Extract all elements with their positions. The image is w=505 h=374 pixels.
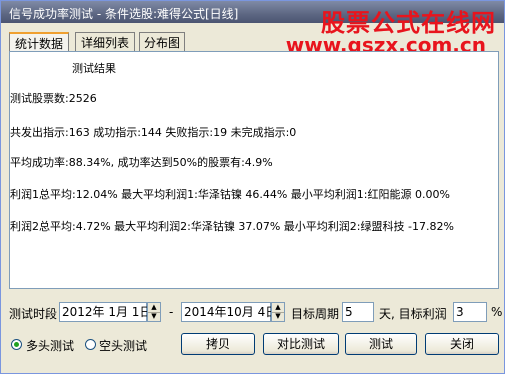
long-test-label[interactable]: 多头测试 [26, 337, 74, 354]
tab-statistics[interactable]: 统计数据 [9, 32, 69, 52]
result-line-profit2: 利润2总平均:4.72% 最大平均利润2:华泽钴镍 37.07% 最小平均利润2… [10, 220, 454, 233]
percent-sign: % [491, 305, 503, 319]
compare-test-button[interactable]: 对比测试 [263, 333, 339, 355]
end-date-field[interactable]: 2014年10月 4日 [181, 302, 277, 322]
close-button[interactable]: 关闭 [425, 333, 499, 355]
signal-success-test-window: 信号成功率测试 - 条件选股:难得公式[日线] 股票公式在线网 www.gszx… [0, 0, 505, 374]
long-test-radio[interactable] [11, 339, 22, 350]
window-title: 信号成功率测试 - 条件选股:难得公式[日线] [9, 7, 239, 21]
start-date-field[interactable]: 2012年 1月 1日 [59, 302, 151, 322]
period-label: 测试时段 [9, 307, 58, 321]
target-period-label: 目标周期 [291, 307, 340, 321]
target-period-input[interactable]: 5 [342, 302, 374, 322]
results-panel: 测试结果 测试股票数:2526 共发出指示:163 成功指示:144 失败指示:… [9, 51, 499, 289]
results-heading: 测试结果 [72, 62, 116, 75]
tab-distribution[interactable]: 分布图 [139, 32, 185, 52]
date-range-dash: - [169, 305, 174, 319]
tab-detail-list[interactable]: 详细列表 [75, 32, 135, 52]
spin-down-icon[interactable]: ▼ [148, 312, 160, 321]
result-line-signals: 共发出指示:163 成功指示:144 失败指示:19 未完成指示:0 [10, 126, 297, 139]
result-line-success-rate: 平均成功率:88.34%, 成功率达到50%的股票有:4.9% [10, 156, 273, 169]
days-target-profit-label: 天, 目标利润 [379, 307, 447, 321]
short-test-label[interactable]: 空头测试 [99, 337, 147, 354]
test-button[interactable]: 测试 [345, 333, 417, 355]
end-date-spinner[interactable]: ▲ ▼ [271, 302, 285, 322]
start-date-spinner[interactable]: ▲ ▼ [147, 302, 161, 322]
result-line-profit1: 利润1总平均:12.04% 最大平均利润1:华泽钴镍 46.44% 最小平均利润… [10, 188, 450, 201]
short-test-radio[interactable] [85, 339, 96, 350]
radio-selected-dot [14, 342, 19, 347]
result-line-stock-count: 测试股票数:2526 [10, 92, 97, 105]
copy-button[interactable]: 拷贝 [181, 333, 255, 355]
target-profit-input[interactable]: 3 [453, 302, 487, 322]
spin-down-icon[interactable]: ▼ [272, 312, 284, 321]
